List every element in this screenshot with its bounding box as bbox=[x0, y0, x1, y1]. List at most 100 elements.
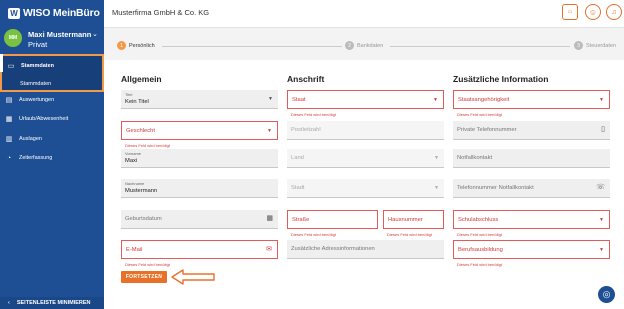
wiso-button[interactable]: ▭ bbox=[562, 4, 578, 20]
section-title-extra: Zusätzliche Information bbox=[453, 74, 549, 84]
error-message: Dieses Feld wird benötigt bbox=[125, 262, 170, 267]
annotation-arrow-icon bbox=[171, 269, 215, 285]
vocational-training-select[interactable]: Berufsausbildung ▼ bbox=[453, 240, 610, 259]
user-name: Maxi Mustermann bbox=[28, 30, 92, 39]
error-message: Dieses Feld wird benötigt bbox=[457, 112, 502, 117]
lifebuoy-icon: ◎ bbox=[602, 289, 611, 299]
sidebar-item-stammdaten[interactable]: ▭ Stammdaten bbox=[2, 59, 106, 73]
gender-select[interactable]: Geschlecht ▼ bbox=[121, 121, 278, 140]
sidebar: W WISO MeinBüro MM Maxi Mustermann Priva… bbox=[0, 0, 104, 309]
step-persoenlich[interactable]: 1 Persönlich bbox=[117, 41, 155, 50]
collapse-sidebar-button[interactable]: ‹ SEITENLEISTE MINIMIEREN bbox=[0, 297, 104, 309]
user-subtitle: Privat bbox=[28, 40, 48, 49]
topbar: Musterfirma GmbH & Co. KG ▭ ☺ ♫ bbox=[104, 0, 624, 28]
phone-field[interactable]: Private Telefonnummer ▯ bbox=[453, 121, 610, 140]
country-select[interactable]: Land ▼ bbox=[287, 149, 444, 168]
nationality-select[interactable]: Staatsangehörigkeit ▼ bbox=[453, 90, 610, 109]
help-button[interactable]: ◎ bbox=[598, 286, 615, 303]
field-placeholder: Zusätzliche Adressinformationen bbox=[291, 246, 375, 252]
house-number-field[interactable]: Hausnummer bbox=[383, 210, 444, 229]
email-field[interactable]: E-Mail ✉ bbox=[121, 240, 278, 259]
dropdown-arrow-icon: ▼ bbox=[599, 247, 604, 253]
dropdown-arrow-icon: ▼ bbox=[599, 97, 604, 103]
state-select[interactable]: Staat ▼ bbox=[287, 90, 444, 109]
zip-field[interactable]: Postleitzahl bbox=[287, 121, 444, 140]
sidebar-item-label: Auslagen bbox=[19, 136, 42, 142]
error-message: Dieses Feld wird benötigt bbox=[291, 232, 336, 237]
step-label: Steuerdaten bbox=[586, 42, 616, 49]
emergency-phone-field[interactable]: Telefonnummer Notfallkontakt ☏ bbox=[453, 179, 610, 198]
mail-icon: ✉ bbox=[266, 246, 272, 253]
field-placeholder: Hausnummer bbox=[388, 217, 423, 223]
field-placeholder: Straße bbox=[292, 217, 310, 223]
step-label: Persönlich bbox=[129, 42, 155, 49]
calendar-icon[interactable]: ▦ bbox=[266, 214, 273, 222]
field-placeholder: Staat bbox=[292, 97, 306, 103]
emergency-contact-field[interactable]: Notfallkontakt bbox=[453, 149, 610, 168]
dropdown-arrow-icon: ▼ bbox=[434, 185, 439, 191]
error-message: Dieses Feld wird benötigt bbox=[457, 262, 502, 267]
sidebar-item-label: Zeiterfassung bbox=[19, 155, 53, 161]
sidebar-item-urlaub[interactable]: ▦ Urlaub/Abwesenheit bbox=[0, 112, 104, 126]
user-button[interactable]: ☺ bbox=[585, 4, 601, 20]
user-menu[interactable]: MM Maxi Mustermann Privat ⌄ bbox=[4, 29, 102, 51]
birthdate-field[interactable]: Geburtsdatum ▦ bbox=[121, 210, 278, 229]
field-value: Mustermann bbox=[125, 188, 158, 194]
field-value: Kein Titel bbox=[125, 99, 149, 105]
dropdown-arrow-icon: ▼ bbox=[434, 155, 439, 161]
chevron-down-icon[interactable]: ⌄ bbox=[92, 30, 98, 38]
users-clock-icon: ◔ bbox=[6, 154, 12, 162]
dropdown-arrow-icon: ▼ bbox=[433, 97, 438, 103]
bell-icon: ♫ bbox=[611, 8, 617, 16]
mobile-phone-icon: ▯ bbox=[601, 126, 605, 133]
field-placeholder: Staatsangehörigkeit bbox=[458, 97, 510, 103]
avatar: MM bbox=[4, 29, 22, 47]
step-bankdaten[interactable]: 2 Bankdaten bbox=[345, 41, 383, 50]
sidebar-item-label: Urlaub/Abwesenheit bbox=[19, 116, 69, 122]
field-placeholder: Berufsausbildung bbox=[458, 247, 503, 253]
notifications-button[interactable]: ♫ bbox=[606, 4, 622, 20]
step-number: 3 bbox=[574, 41, 583, 50]
step-number: 1 bbox=[117, 41, 126, 50]
sidebar-subitem-stammdaten[interactable]: Stammdaten bbox=[20, 81, 51, 87]
firstname-field[interactable]: Vorname Maxi bbox=[121, 149, 278, 168]
id-card-icon: ▭ bbox=[7, 62, 15, 70]
field-placeholder: Notfallkontakt bbox=[457, 155, 493, 161]
dropdown-arrow-icon: ▼ bbox=[267, 128, 272, 134]
title-select[interactable]: Titel Kein Titel ▼ bbox=[121, 90, 278, 109]
field-placeholder: Geburtsdatum bbox=[125, 216, 162, 222]
section-title-general: Allgemein bbox=[121, 74, 162, 84]
step-number: 2 bbox=[345, 41, 354, 50]
field-placeholder: Telefonnummer Notfallkontakt bbox=[457, 185, 534, 191]
sidebar-item-zeiterfassung[interactable]: ◔ Zeiterfassung bbox=[0, 151, 104, 165]
brand-name: WISO MeinBüro bbox=[23, 7, 100, 19]
error-message: Dieses Feld wird benötigt bbox=[291, 112, 336, 117]
sidebar-item-ausgaben[interactable]: ▥ Auslagen bbox=[0, 132, 104, 146]
phone-icon: ☏ bbox=[596, 184, 605, 191]
error-message: Dieses Feld wird benötigt bbox=[457, 232, 502, 237]
step-steuerdaten[interactable]: 3 Steuerdaten bbox=[574, 41, 616, 50]
sidebar-item-auswertungen[interactable]: ▤ Auswertungen bbox=[0, 93, 104, 107]
brand-mark-icon: W bbox=[8, 7, 20, 19]
user-icon: ☺ bbox=[588, 7, 598, 17]
field-value: Maxi bbox=[125, 158, 138, 164]
brand-logo[interactable]: W WISO MeinBüro bbox=[8, 6, 100, 20]
field-label: Nachname bbox=[125, 181, 145, 186]
field-label: Titel bbox=[125, 92, 133, 97]
address-extra-field[interactable]: Zusätzliche Adressinformationen bbox=[287, 240, 444, 259]
app: W WISO MeinBüro MM Maxi Mustermann Priva… bbox=[0, 0, 624, 309]
street-field[interactable]: Straße bbox=[287, 210, 378, 229]
field-placeholder: Land bbox=[291, 155, 304, 161]
error-message: Dieses Feld wird benötigt bbox=[125, 143, 170, 148]
city-select[interactable]: Stadt ▼ bbox=[287, 179, 444, 198]
continue-button[interactable]: FORTSETZEN bbox=[121, 271, 167, 283]
document-icon: ▤ bbox=[5, 96, 13, 104]
stepper: 1 Persönlich 2 Bankdaten 3 Steuerdaten bbox=[112, 39, 616, 53]
chevron-left-icon: ‹ bbox=[8, 300, 10, 306]
field-placeholder: Stadt bbox=[291, 185, 305, 191]
field-placeholder: Schulabschluss bbox=[458, 217, 499, 223]
lastname-field[interactable]: Nachname Mustermann bbox=[121, 179, 278, 198]
step-connector bbox=[162, 46, 342, 47]
school-degree-select[interactable]: Schulabschluss ▼ bbox=[453, 210, 610, 229]
section-title-address: Anschrift bbox=[287, 74, 325, 84]
